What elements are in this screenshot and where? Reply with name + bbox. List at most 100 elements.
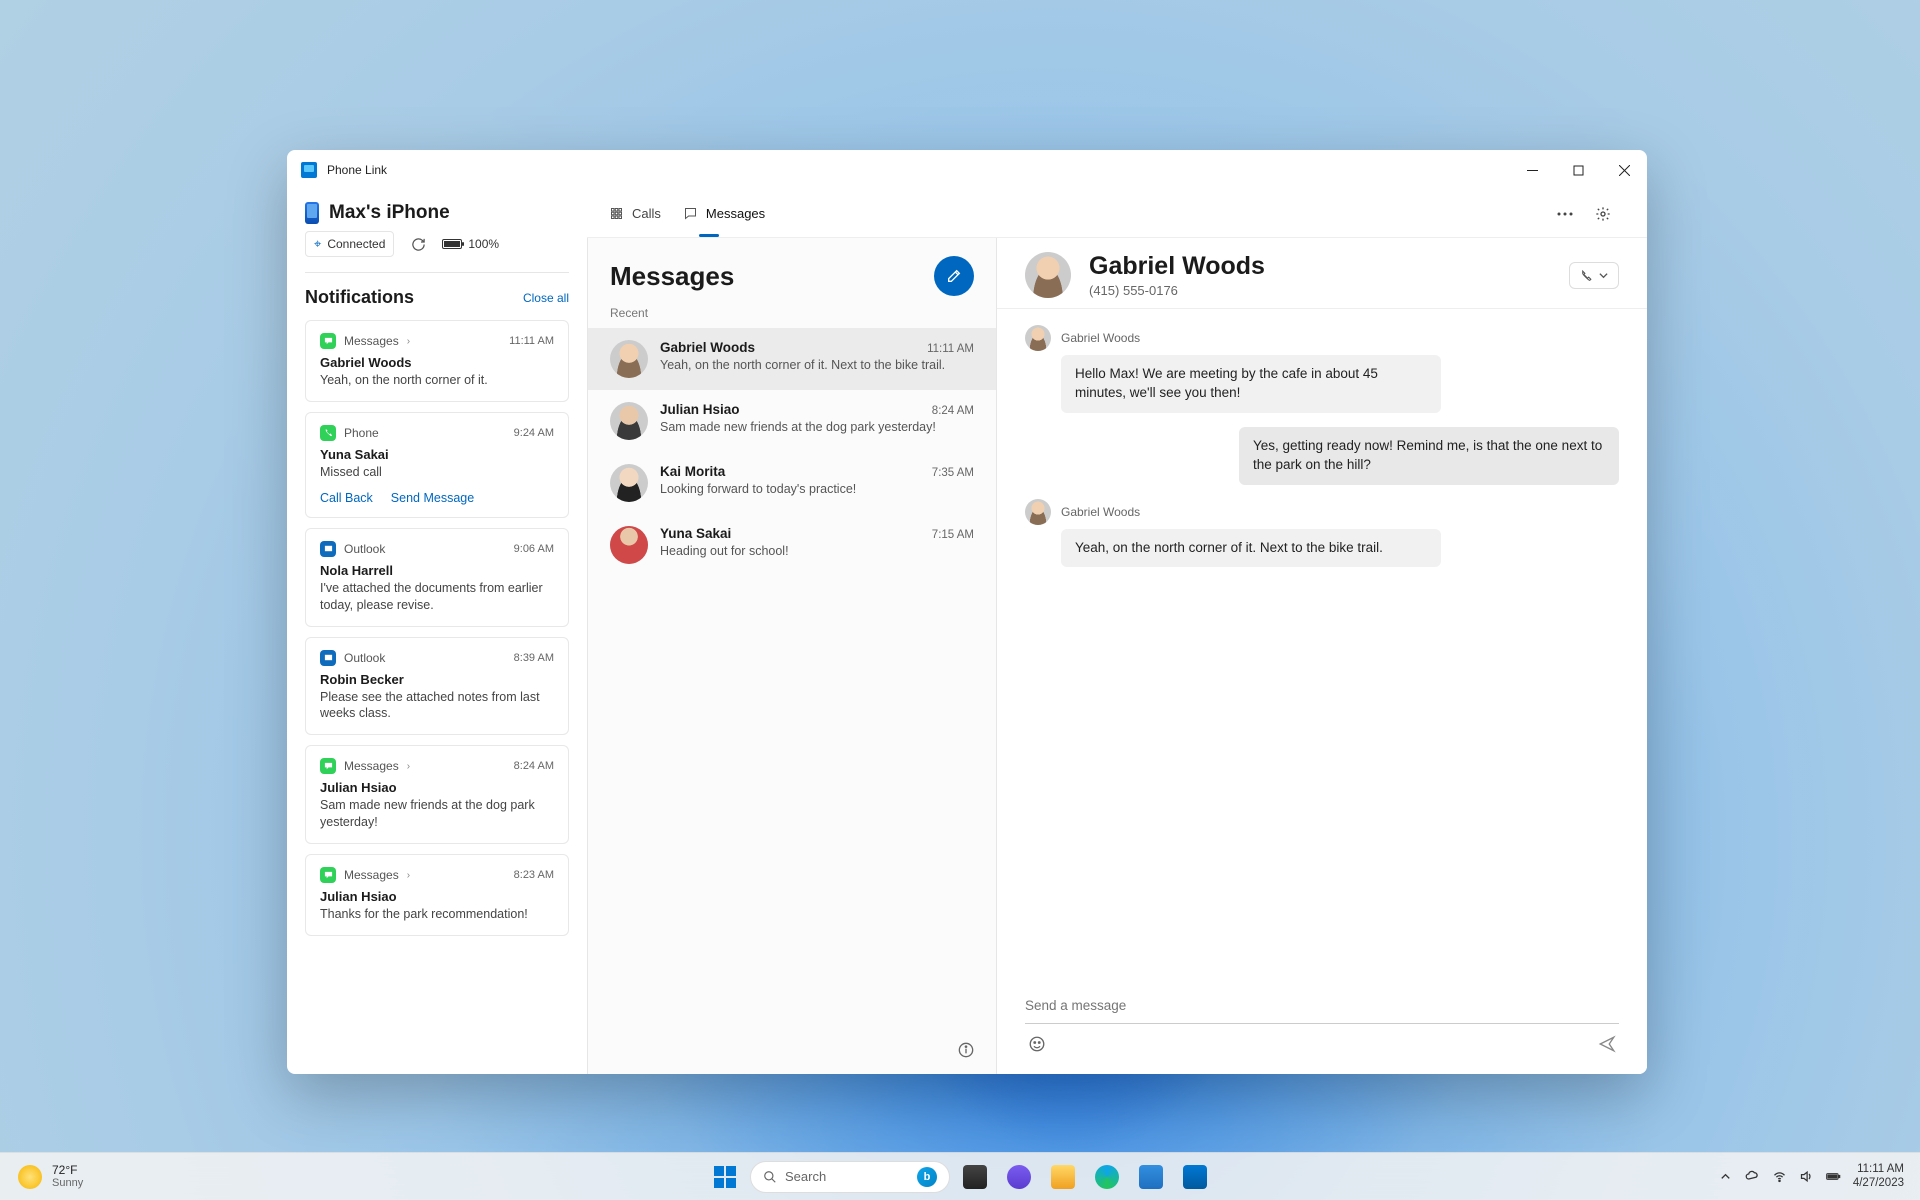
phonelink-taskbar-icon[interactable] [1176,1158,1214,1196]
avatar [1025,325,1051,351]
emoji-button[interactable] [1025,1032,1049,1056]
phone-app-icon [320,425,336,441]
recent-label: Recent [588,302,996,328]
taskbar[interactable]: 72°F Sunny Search b 11:11 A [0,1152,1920,1200]
chevron-right-icon: › [407,761,410,772]
call-back-button[interactable]: Call Back [320,491,373,505]
close-button[interactable] [1601,150,1647,190]
notification-card[interactable]: Outlook 9:06 AM Nola Harrell I've attach… [305,528,569,627]
messages-app-icon [320,758,336,774]
onedrive-icon[interactable] [1745,1169,1760,1184]
chat-taskbar-icon[interactable] [1000,1158,1038,1196]
notification-card[interactable]: Outlook 8:39 AM Robin Becker Please see … [305,637,569,736]
bing-icon: b [917,1167,937,1187]
conversation-item[interactable]: Yuna Sakai7:15 AM Heading out for school… [588,514,996,576]
more-button[interactable] [1549,198,1581,230]
messages-app-icon [320,333,336,349]
messages-heading: Messages [610,261,734,292]
tab-bar: Calls Messages [587,190,1647,238]
volume-icon[interactable] [1799,1169,1814,1184]
chat-contact-name: Gabriel Woods [1089,252,1265,281]
weather-icon [18,1165,42,1189]
chat-message-out: Yes, getting ready now! Remind me, is th… [1025,427,1619,485]
battery-icon [442,239,462,249]
message-input[interactable] [1025,998,1619,1013]
call-dropdown-button[interactable] [1569,262,1619,289]
notification-card[interactable]: Messages › 11:11 AM Gabriel Woods Yeah, … [305,320,569,402]
store-taskbar-icon[interactable] [1132,1158,1170,1196]
conversation-list-panel: Messages Recent Gabriel Woods11:11 AM [587,238,997,1074]
tab-calls[interactable]: Calls [609,190,661,237]
notification-card[interactable]: Phone 9:24 AM Yuna Sakai Missed call Cal… [305,412,569,518]
window-title: Phone Link [327,163,387,177]
close-all-button[interactable]: Close all [523,291,569,305]
avatar [610,526,648,564]
notification-card[interactable]: Messages › 8:24 AM Julian Hsiao Sam made… [305,745,569,844]
avatar [1025,252,1071,298]
chat-contact-number: (415) 555-0176 [1089,283,1265,298]
avatar [610,402,648,440]
notifications-heading: Notifications [305,287,414,308]
settings-button[interactable] [1587,198,1619,230]
message-bubble: Hello Max! We are meeting by the cafe in… [1061,355,1441,413]
start-button[interactable] [706,1158,744,1196]
chevron-down-icon [1599,271,1608,280]
messages-app-icon [320,867,336,883]
info-button[interactable] [954,1038,978,1062]
conversation-item[interactable]: Kai Morita7:35 AM Looking forward to tod… [588,452,996,514]
phone-link-window: Phone Link Max's iPhone ⌖ Connected [287,150,1647,1074]
device-name: Max's iPhone [329,202,450,224]
system-tray[interactable]: 11:11 AM 4/27/2023 [1718,1163,1920,1189]
weather-temp: 72°F [52,1164,83,1177]
chat-message-in: Gabriel Woods Hello Max! We are meeting … [1025,325,1619,413]
battery-percent: 100% [468,237,499,251]
bluetooth-icon: ⌖ [314,236,321,252]
compose-button[interactable] [934,256,974,296]
tab-messages[interactable]: Messages [683,190,765,237]
chat-body: Gabriel Woods Hello Max! We are meeting … [997,309,1647,979]
titlebar[interactable]: Phone Link [287,150,1647,190]
desktop-background: Phone Link Max's iPhone ⌖ Connected [0,0,1920,1200]
refresh-button[interactable] [404,230,432,258]
avatar [610,340,648,378]
chat-message-in: Gabriel Woods Yeah, on the north corner … [1025,499,1619,568]
taskbar-search[interactable]: Search b [750,1161,950,1193]
clock[interactable]: 11:11 AM 4/27/2023 [1853,1163,1904,1189]
chat-header: Gabriel Woods (415) 555-0176 [997,238,1647,309]
chat-panel: Gabriel Woods (415) 555-0176 Gabriel Woo… [997,238,1647,1074]
message-bubble: Yes, getting ready now! Remind me, is th… [1239,427,1619,485]
battery-tray-icon[interactable] [1826,1169,1841,1184]
send-message-button[interactable]: Send Message [391,491,474,505]
chevron-right-icon: › [407,870,410,881]
edge-taskbar-icon[interactable] [1088,1158,1126,1196]
composer [997,979,1647,1074]
explorer-taskbar-icon[interactable] [1044,1158,1082,1196]
minimize-button[interactable] [1509,150,1555,190]
search-icon [763,1170,777,1184]
avatar [610,464,648,502]
weather-cond: Sunny [52,1177,83,1189]
connection-status: Connected [327,237,385,251]
maximize-button[interactable] [1555,150,1601,190]
device-status-row: ⌖ Connected 100% [305,230,569,273]
weather-widget[interactable]: 72°F Sunny [0,1164,83,1189]
chevron-up-icon[interactable] [1718,1169,1733,1184]
phone-icon [305,202,319,224]
connection-pill[interactable]: ⌖ Connected [305,231,394,257]
device-header[interactable]: Max's iPhone [305,190,569,230]
notification-card[interactable]: Messages › 8:23 AM Julian Hsiao Thanks f… [305,854,569,936]
conversation-item[interactable]: Julian Hsiao8:24 AM Sam made new friends… [588,390,996,452]
avatar [1025,499,1051,525]
task-view-button[interactable] [956,1158,994,1196]
notifications-list: Messages › 11:11 AM Gabriel Woods Yeah, … [305,320,569,1056]
send-button[interactable] [1595,1032,1619,1056]
app-icon [301,162,317,178]
battery-status: 100% [442,237,499,251]
message-bubble: Yeah, on the north corner of it. Next to… [1061,529,1441,568]
outlook-app-icon [320,650,336,666]
conversation-item[interactable]: Gabriel Woods11:11 AM Yeah, on the north… [588,328,996,390]
outlook-app-icon [320,541,336,557]
sidebar: Max's iPhone ⌖ Connected 100% [287,190,587,1074]
chevron-right-icon: › [407,336,410,347]
wifi-icon[interactable] [1772,1169,1787,1184]
